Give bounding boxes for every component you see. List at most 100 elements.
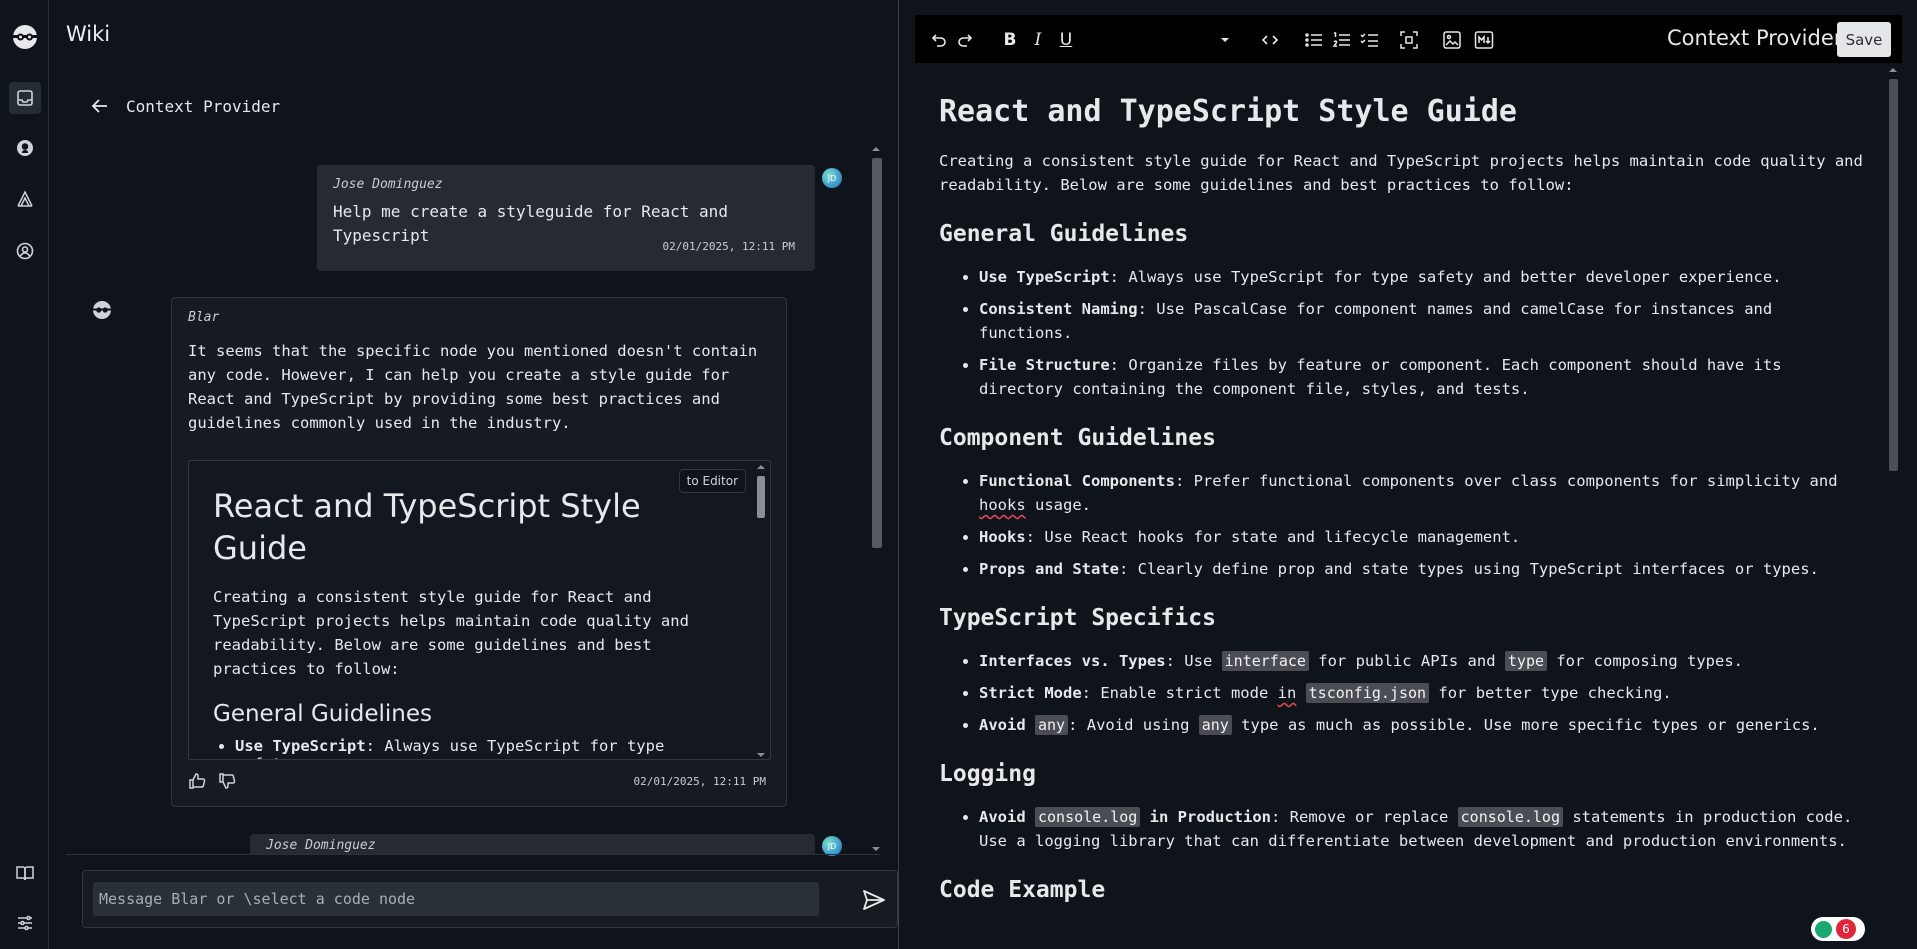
save-button[interactable]: Save — [1837, 22, 1891, 57]
list-item-text: for public APIs and — [1308, 652, 1505, 670]
underline-icon[interactable]: U — [1056, 30, 1076, 50]
list-item-text: type as much as possible. Use more speci… — [1231, 716, 1820, 734]
list-item: Functional Components: Prefer functional… — [979, 469, 1869, 517]
editor-pane: B I U Context Provider Save React and Ty… — [915, 15, 1902, 949]
chevron-down-icon[interactable] — [1215, 30, 1235, 50]
bullet-list-icon[interactable] — [1304, 30, 1324, 50]
list-item-bold: Use TypeScript — [979, 268, 1110, 286]
rail-docs-button[interactable] — [9, 857, 41, 889]
list-item-text: : Remove or replace — [1271, 808, 1458, 826]
generated-document-preview[interactable]: React and TypeScript Style Guide Creatin… — [188, 460, 771, 760]
list-item-text: : Avoid using — [1068, 716, 1199, 734]
rail-graph-button[interactable] — [9, 183, 41, 215]
scrollbar-thumb[interactable] — [757, 476, 765, 518]
redo-icon[interactable] — [956, 30, 976, 50]
message-author: Jose Dominguez — [266, 838, 376, 853]
list-item-text: usage. — [1025, 496, 1091, 514]
scrollbar-thumb[interactable] — [1889, 79, 1898, 471]
book-icon — [16, 866, 34, 881]
preview-intro: Creating a consistent style guide for Re… — [213, 588, 689, 678]
rail-account-button[interactable] — [9, 235, 41, 267]
list-item-text: : Clearly define prop and state types us… — [1118, 560, 1819, 578]
to-editor-button[interactable]: to Editor — [678, 469, 746, 493]
sliders-icon — [18, 915, 32, 931]
pane-divider[interactable] — [898, 0, 899, 949]
section-heading: TypeScript Specifics — [939, 605, 1216, 631]
message-timestamp: 02/01/2025, 12:11 PM — [633, 775, 766, 788]
list-item-bold: Consistent Naming — [979, 300, 1138, 318]
markdown-icon[interactable] — [1474, 30, 1494, 50]
thumbs-up-icon[interactable] — [188, 772, 206, 790]
numbered-list-icon[interactable] — [1332, 30, 1352, 50]
message-input[interactable] — [93, 882, 819, 916]
list-item: Hooks: Use React hooks for state and lif… — [979, 525, 1869, 549]
avatar-initials: JD — [827, 173, 837, 183]
italic-icon[interactable]: I — [1028, 30, 1048, 50]
section-heading: Code Example — [939, 877, 1106, 903]
list-item: Avoid console.log in Production: Remove … — [979, 805, 1869, 853]
scroll-up-icon[interactable] — [754, 461, 768, 473]
rail-inbox-button[interactable] — [9, 82, 41, 114]
list-item-bold: Strict Mode — [979, 684, 1082, 702]
spelling-flag[interactable]: in — [1278, 684, 1297, 702]
rail-settings-button[interactable] — [9, 907, 41, 939]
general-list: Use TypeScript: Always use TypeScript fo… — [939, 265, 1869, 401]
blar-logo-icon[interactable] — [10, 22, 40, 52]
list-item-bold: in Production — [1140, 808, 1271, 826]
bold-icon[interactable]: B — [1000, 30, 1020, 50]
undo-icon[interactable] — [928, 30, 948, 50]
scroll-up-icon[interactable] — [868, 144, 884, 154]
editor-scrollbar[interactable] — [1886, 63, 1900, 949]
assistant-message: Blar It seems that the specific node you… — [171, 297, 787, 807]
list-item: Use TypeScript: Always use TypeScript fo… — [979, 265, 1869, 289]
list-item: Avoid any: Avoid using any type as much … — [979, 713, 1869, 737]
scroll-down-icon[interactable] — [868, 844, 884, 854]
editor-title: Context Provider — [1667, 26, 1843, 50]
spelling-flag[interactable]: hooks — [979, 496, 1026, 514]
chat-scrollbar[interactable] — [868, 144, 884, 854]
checklist-icon[interactable] — [1360, 30, 1380, 50]
list-item: Props and State: Clearly define prop and… — [979, 557, 1869, 581]
doc-title: React and TypeScript Style Guide — [939, 94, 1517, 129]
grammar-checker-badge[interactable]: 6 — [1811, 917, 1865, 941]
inline-code: any — [1198, 715, 1232, 735]
doc-intro: Creating a consistent style guide for Re… — [939, 152, 1863, 194]
list-item: Consistent Naming: Use PascalCase for co… — [979, 297, 1869, 345]
divider — [66, 854, 880, 855]
list-item-bold: Avoid — [979, 808, 1035, 826]
github-icon — [17, 140, 33, 156]
scroll-up-icon[interactable] — [1886, 65, 1900, 75]
typescript-list: Interfaces vs. Types: Use interface for … — [939, 649, 1869, 737]
fullscreen-icon[interactable] — [1399, 30, 1419, 50]
back-arrow-icon[interactable] — [90, 96, 110, 116]
blar-avatar-icon — [93, 301, 111, 319]
inline-code: console.log — [1035, 807, 1141, 827]
inline-code: console.log — [1457, 807, 1563, 827]
preview-scrollbar[interactable] — [754, 461, 768, 760]
section-heading: Logging — [939, 761, 1036, 787]
inline-code: interface — [1221, 651, 1309, 671]
logging-list: Avoid console.log in Production: Remove … — [939, 805, 1869, 853]
editor-document[interactable]: React and TypeScript Style Guide Creatin… — [915, 63, 1902, 949]
inbox-icon — [17, 90, 33, 106]
thumbs-down-icon[interactable] — [218, 772, 236, 790]
editor-toolbar: B I U Context Provider Save — [915, 15, 1902, 63]
code-icon[interactable] — [1260, 30, 1280, 50]
message-timestamp: 02/01/2025, 12:11 PM — [662, 240, 795, 253]
list-item: Use TypeScript: Always use TypeScript fo… — [235, 737, 713, 759]
scroll-down-icon[interactable] — [754, 749, 768, 760]
component-list: Functional Components: Prefer functional… — [939, 469, 1869, 581]
rail-github-button[interactable] — [9, 132, 41, 164]
issue-count: 6 — [1836, 919, 1856, 939]
list-item-bold: File Structure — [979, 356, 1110, 374]
app-title: Wiki — [66, 22, 111, 46]
image-icon[interactable] — [1442, 30, 1462, 50]
list-item-text: : Enable strict mode — [1081, 684, 1278, 702]
list-item-text: : Use React hooks for state and lifecycl… — [1025, 528, 1521, 546]
preview-title: React and TypeScript Style Guide — [213, 487, 641, 567]
list-item-text: for composing types. — [1547, 652, 1743, 670]
send-icon[interactable] — [861, 887, 887, 913]
list-item-bold: Use TypeScript — [235, 737, 366, 755]
list-item: File Structure: Organize files by featur… — [979, 353, 1869, 401]
scrollbar-thumb[interactable] — [872, 158, 882, 548]
